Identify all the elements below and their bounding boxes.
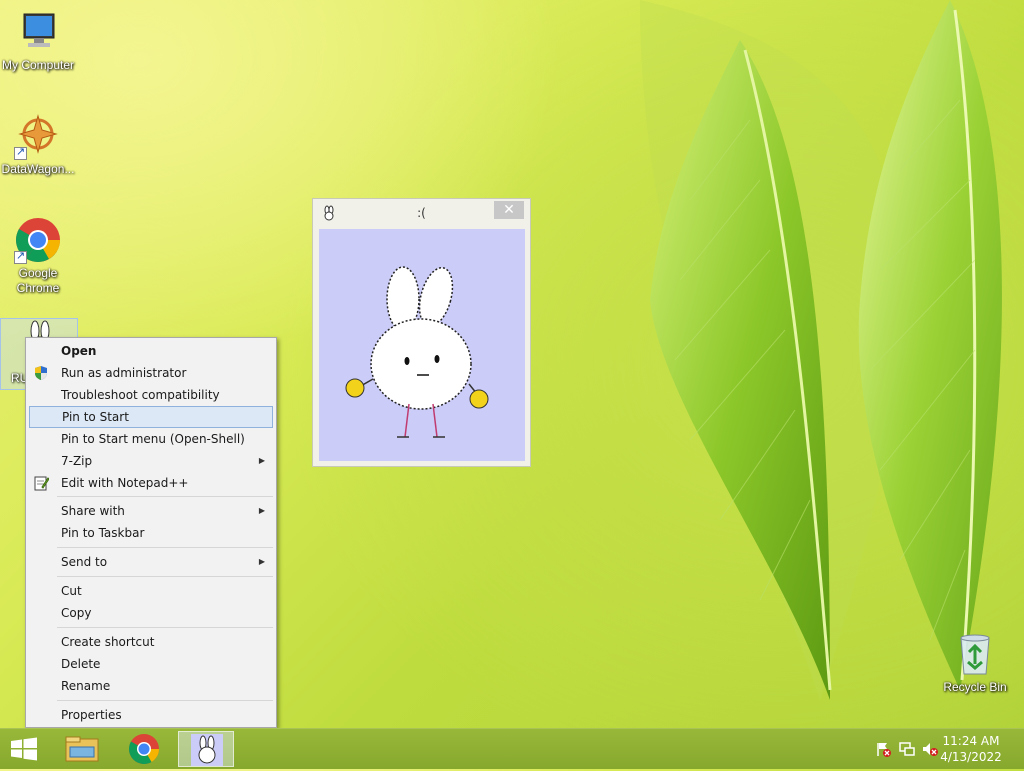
menu-item-label: Pin to Taskbar xyxy=(61,526,145,540)
menu-item-label: Run as administrator xyxy=(61,366,187,380)
bunny-app-icon xyxy=(324,205,334,221)
menu-separator xyxy=(57,496,273,497)
menu-item-label: 7-Zip xyxy=(61,454,93,468)
windows-start-icon xyxy=(11,737,37,761)
desktop-icon-label: My Computer xyxy=(1,58,75,72)
menu-item-create-shortcut[interactable]: Create shortcut xyxy=(29,631,273,653)
desktop-icon-recycle-bin[interactable]: Recycle Bin xyxy=(937,630,1013,695)
menu-item-edit-with-notepadpp[interactable]: Edit with Notepad++ xyxy=(29,472,273,494)
context-menu: Open Run as administrator Troubleshoot c… xyxy=(25,337,277,728)
menu-item-label: Create shortcut xyxy=(61,635,155,649)
close-button[interactable]: ✕ xyxy=(494,201,524,219)
datawagon-icon xyxy=(14,112,62,160)
menu-separator xyxy=(57,700,273,701)
menu-item-label: Properties xyxy=(61,708,122,722)
submenu-arrow-icon: ▶ xyxy=(258,456,265,465)
taskbar: 11:24 AM 4/13/2022 xyxy=(0,728,1024,769)
network-icon[interactable] xyxy=(899,741,915,757)
taskbar-chrome[interactable] xyxy=(116,731,172,767)
recycle-bin-icon xyxy=(951,630,999,678)
desktop-icon-datawagon[interactable]: DataWagon... xyxy=(0,112,76,177)
notepadpp-icon xyxy=(34,476,49,491)
menu-separator xyxy=(57,627,273,628)
desktop-icon-label: Google Chrome xyxy=(16,266,60,295)
submenu-arrow-icon: ▶ xyxy=(258,557,265,566)
menu-item-run-as-administrator[interactable]: Run as administrator xyxy=(29,362,273,384)
bunny-illustration xyxy=(345,266,489,438)
taskbar-clock[interactable]: 11:24 AM 4/13/2022 xyxy=(936,733,1006,765)
file-explorer-icon xyxy=(65,736,99,762)
menu-item-properties[interactable]: Properties xyxy=(29,704,273,726)
menu-item-pin-to-taskbar[interactable]: Pin to Taskbar xyxy=(29,522,273,544)
bunny-app-icon xyxy=(191,734,223,766)
menu-item-label: Open xyxy=(61,344,97,358)
uac-shield-icon xyxy=(35,366,47,380)
menu-item-7zip[interactable]: 7-Zip ▶ xyxy=(29,450,273,472)
shortcut-arrow-icon xyxy=(14,249,27,264)
menu-item-open[interactable]: Open xyxy=(29,340,273,362)
window-titlebar[interactable]: :( ✕ xyxy=(313,199,530,227)
menu-item-label: Pin to Start xyxy=(62,410,129,424)
menu-item-rename[interactable]: Rename xyxy=(29,675,273,697)
menu-item-cut[interactable]: Cut xyxy=(29,580,273,602)
menu-item-pin-to-start[interactable]: Pin to Start xyxy=(29,406,273,428)
menu-item-share-with[interactable]: Share with ▶ xyxy=(29,500,273,522)
computer-icon xyxy=(14,8,62,56)
menu-item-label: Rename xyxy=(61,679,111,693)
chrome-icon xyxy=(128,734,159,765)
menu-item-label: Send to xyxy=(61,555,108,569)
taskbar-file-explorer[interactable] xyxy=(54,731,110,767)
menu-item-label: Pin to Start menu (Open-Shell) xyxy=(61,432,245,446)
bunny-canvas xyxy=(319,229,525,461)
desktop-icon-google-chrome[interactable]: Google Chrome xyxy=(0,216,76,296)
menu-separator xyxy=(57,576,273,577)
menu-item-troubleshoot-compatibility[interactable]: Troubleshoot compatibility xyxy=(29,384,273,406)
menu-item-label: Cut xyxy=(61,584,82,598)
menu-separator xyxy=(57,547,273,548)
menu-item-copy[interactable]: Copy xyxy=(29,602,273,624)
menu-item-label: Delete xyxy=(61,657,101,671)
menu-item-send-to[interactable]: Send to ▶ xyxy=(29,551,273,573)
window-title: :( xyxy=(417,206,426,220)
desktop-icon-label: Recycle Bin xyxy=(943,680,1007,694)
clock-date: 4/13/2022 xyxy=(940,750,1002,764)
menu-item-label: Troubleshoot compatibility xyxy=(61,388,220,402)
submenu-arrow-icon: ▶ xyxy=(258,506,265,515)
bunny-window[interactable]: :( ✕ xyxy=(312,198,531,467)
action-center-flag-icon[interactable] xyxy=(875,741,891,757)
menu-item-pin-to-start-menu-open-shell[interactable]: Pin to Start menu (Open-Shell) xyxy=(29,428,273,450)
desktop-icon-my-computer[interactable]: My Computer xyxy=(0,8,76,73)
start-button[interactable] xyxy=(0,731,52,767)
shortcut-arrow-icon xyxy=(14,145,27,160)
chrome-icon xyxy=(14,216,62,264)
menu-item-label: Share with xyxy=(61,504,125,518)
desktop-icon-label: DataWagon... xyxy=(1,162,75,176)
menu-item-delete[interactable]: Delete xyxy=(29,653,273,675)
menu-item-label: Copy xyxy=(61,606,92,620)
menu-item-label: Edit with Notepad++ xyxy=(61,476,189,490)
taskbar-bunny-app[interactable] xyxy=(178,731,234,767)
clock-time: 11:24 AM xyxy=(942,734,1000,748)
